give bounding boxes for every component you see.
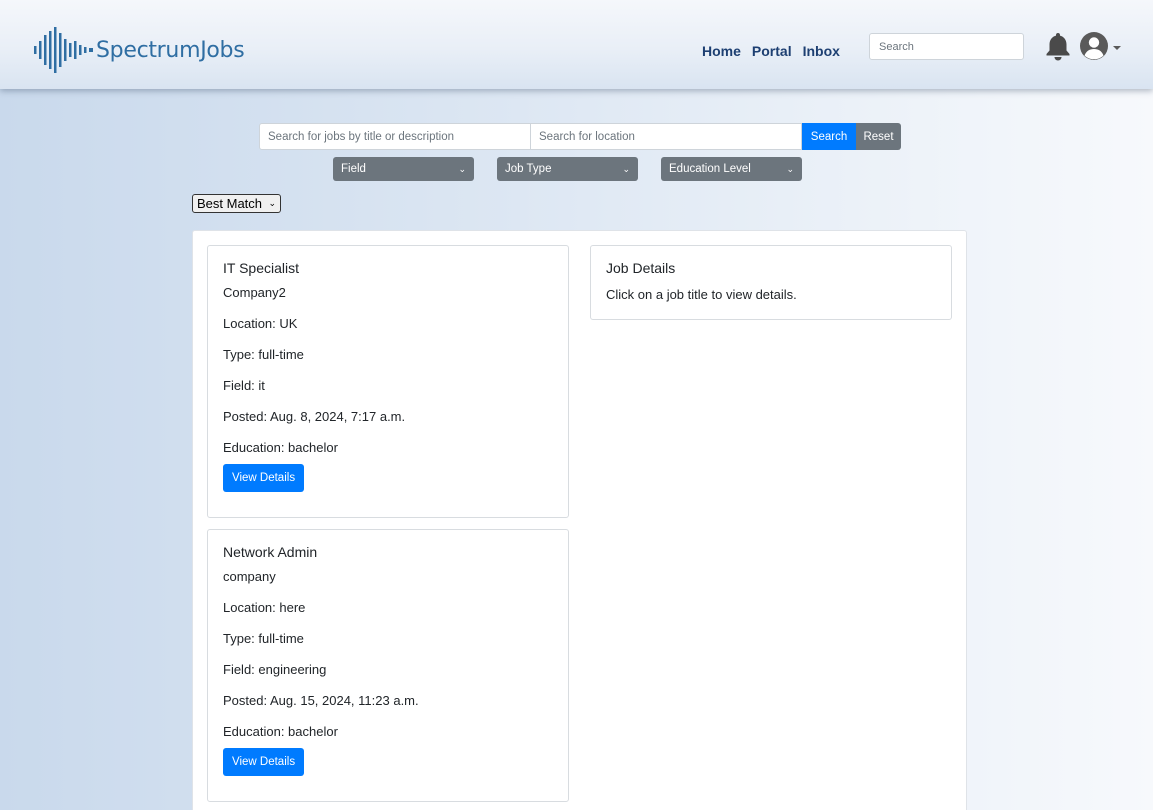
job-education: Education: bachelor — [223, 724, 338, 739]
chevron-down-icon: ⌄ — [786, 163, 794, 174]
bell-icon[interactable] — [1045, 31, 1071, 61]
job-type-filter-select[interactable]: Job Type ⌄ — [497, 157, 638, 181]
job-details-title: Job Details — [606, 260, 676, 276]
job-posted: Posted: Aug. 15, 2024, 11:23 a.m. — [223, 693, 419, 708]
job-card: Network Admin company Location: here Typ… — [207, 529, 569, 802]
job-education: Education: bachelor — [223, 440, 338, 455]
logo-text: SpectrumJobs — [96, 37, 245, 63]
results-container: IT Specialist Company2 Location: UK Type… — [192, 230, 967, 810]
view-details-button[interactable]: View Details — [223, 748, 305, 776]
job-company: Company2 — [223, 285, 286, 300]
job-field: Field: it — [223, 378, 265, 393]
header-search-input[interactable] — [869, 33, 1024, 60]
reset-button[interactable]: Reset — [856, 123, 901, 150]
job-card: IT Specialist Company2 Location: UK Type… — [207, 245, 569, 518]
nav-inbox[interactable]: Inbox — [803, 43, 840, 59]
job-location: Location: here — [223, 600, 306, 615]
sort-selected-label: Best Match — [197, 196, 263, 211]
chevron-down-icon: ⌄ — [622, 163, 630, 174]
user-menu-chevron-down-icon[interactable] — [1113, 46, 1121, 50]
education-filter-select[interactable]: Education Level ⌄ — [661, 157, 802, 181]
job-details-panel: Job Details Click on a job title to view… — [590, 245, 952, 320]
job-location: Location: UK — [223, 316, 298, 331]
main-nav: Home Portal Inbox — [702, 43, 840, 59]
field-filter-label: Field — [341, 163, 366, 175]
nav-portal[interactable]: Portal — [752, 43, 792, 59]
sort-select[interactable]: Best Match ⌄ — [192, 194, 281, 213]
header: SpectrumJobs Home Portal Inbox — [0, 0, 1153, 89]
job-type-filter-label: Job Type — [505, 163, 552, 175]
job-search-bar: Search Reset — [259, 123, 901, 150]
education-filter-label: Education Level — [669, 163, 751, 175]
location-search-input[interactable] — [531, 123, 802, 150]
user-avatar-icon[interactable] — [1079, 31, 1109, 61]
job-company: company — [223, 569, 276, 584]
job-field: Field: engineering — [223, 662, 327, 677]
job-posted: Posted: Aug. 8, 2024, 7:17 a.m. — [223, 409, 406, 424]
chevron-down-icon: ⌄ — [458, 163, 466, 174]
job-title-search-input[interactable] — [259, 123, 531, 150]
logo[interactable]: SpectrumJobs — [34, 27, 245, 73]
nav-home[interactable]: Home — [702, 43, 741, 59]
view-details-button[interactable]: View Details — [223, 464, 305, 492]
logo-waveform-icon — [34, 27, 93, 73]
job-type: Type: full-time — [223, 347, 304, 362]
chevron-down-icon: ⌄ — [268, 198, 276, 208]
search-button[interactable]: Search — [802, 123, 856, 150]
field-filter-select[interactable]: Field ⌄ — [333, 157, 474, 181]
job-details-hint: Click on a job title to view details. — [606, 287, 797, 302]
job-title[interactable]: Network Admin — [223, 544, 553, 560]
job-title[interactable]: IT Specialist — [223, 260, 553, 276]
job-type: Type: full-time — [223, 631, 304, 646]
